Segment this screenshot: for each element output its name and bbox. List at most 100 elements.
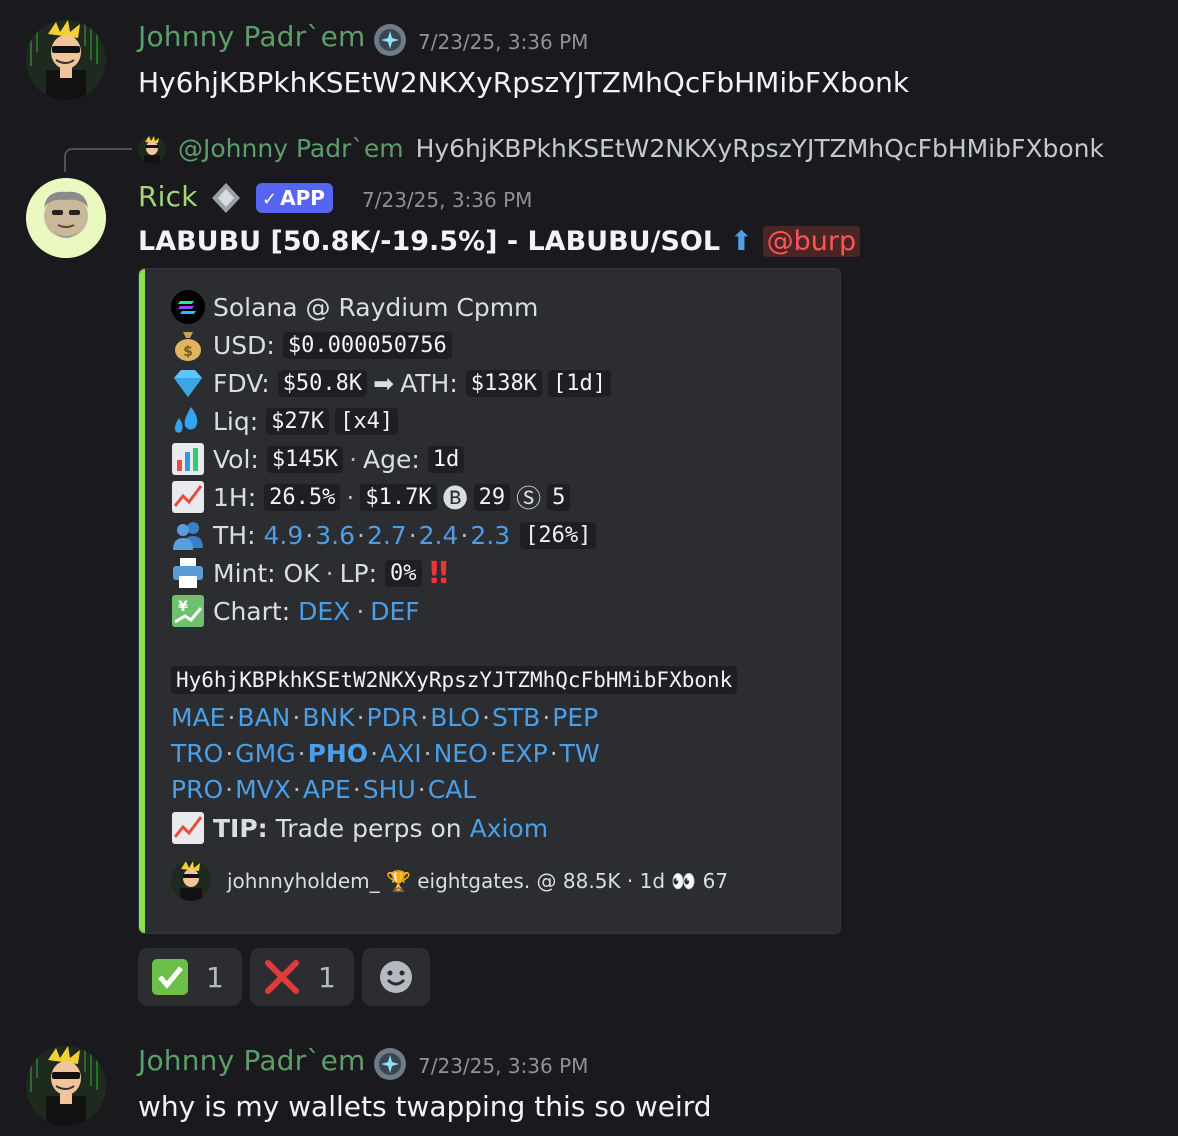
contract-address[interactable]: Hy6hjKBPkhKSEtW2NKXyRpszYJTZMhQcFbHMibFX… xyxy=(171,666,738,694)
buys-icon: 🅑 xyxy=(442,484,468,513)
check-mark-icon xyxy=(150,957,190,997)
add-reaction-button[interactable] xyxy=(362,948,430,1006)
chart-link-def[interactable]: DEF xyxy=(370,597,419,626)
age-value: 1d xyxy=(427,445,465,473)
th-link[interactable]: 3.6 xyxy=(315,521,355,550)
liq-value: $27K xyxy=(266,407,330,435)
ath-age: [1d] xyxy=(548,369,611,397)
platform-link[interactable]: BAN xyxy=(237,703,290,732)
th-link[interactable]: 4.9 xyxy=(264,521,304,550)
contract-address-row: Hy6hjKBPkhKSEtW2NKXyRpszYJTZMhQcFbHMibFX… xyxy=(171,666,738,694)
tip-link[interactable]: Axiom xyxy=(470,814,549,843)
alert-title: LABUBU [50.8K/-19.5%] - LABUBU/SOL xyxy=(138,225,721,257)
double-exclamation-icon: ‼ xyxy=(429,555,449,591)
usd-row: $ USD: $0.000050756 xyxy=(171,327,452,363)
svg-text:$: $ xyxy=(183,344,193,360)
printer-icon xyxy=(171,556,205,590)
th-link[interactable]: 2.4 xyxy=(419,521,459,550)
avatar-johnny[interactable] xyxy=(26,1046,106,1126)
up-arrow-icon: ⬆ xyxy=(730,225,753,257)
reaction-cross[interactable]: 1 xyxy=(250,948,354,1006)
reply-connector xyxy=(64,148,132,172)
separator-dot: · xyxy=(292,775,301,804)
platform-link[interactable]: BLO xyxy=(430,703,480,732)
reply-author[interactable]: @Johnny Padr`em xyxy=(178,134,404,163)
platform-link[interactable]: NEO xyxy=(434,739,488,768)
vol-value: $145K xyxy=(266,445,344,473)
lp-value: 0% xyxy=(385,559,422,587)
age-label: Age: xyxy=(363,444,420,474)
solana-icon xyxy=(171,290,205,324)
platform-link[interactable]: APE xyxy=(303,775,351,804)
reaction-check[interactable]: 1 xyxy=(138,948,242,1006)
separator-dot: · xyxy=(420,703,429,732)
separator-dot: · xyxy=(489,739,498,768)
embed-footer-text: johnnyholdem_ 🏆 eightgates. @ 88.5K · 1d… xyxy=(227,869,729,893)
platform-link[interactable]: STB xyxy=(492,703,540,732)
th-link[interactable]: 2.7 xyxy=(367,521,407,550)
svg-text:¥: ¥ xyxy=(178,599,188,615)
fdv-label: FDV: xyxy=(213,368,270,398)
separator-dot: · xyxy=(225,775,234,804)
nitro-badge-icon xyxy=(372,1046,408,1082)
embed-accent-bar xyxy=(139,269,145,933)
vol-row: Vol: $145K · Age: 1d xyxy=(171,441,465,477)
platform-link[interactable]: TRO xyxy=(171,739,223,768)
gem-icon xyxy=(171,366,205,400)
usd-value: $0.000050756 xyxy=(282,331,452,359)
chart-label: Chart: xyxy=(213,596,291,626)
author-name[interactable]: Johnny Padr`em xyxy=(138,1044,365,1077)
role-mention[interactable]: @burp xyxy=(762,225,861,257)
bar-chart-icon xyxy=(171,442,205,476)
reaction-count: 1 xyxy=(318,960,336,994)
h1-volume: $1.7K xyxy=(360,483,437,511)
separator-dot: · xyxy=(297,739,306,768)
token-embed: Solana @ Raydium Cpmm $ USD: $0.00005075… xyxy=(138,268,841,934)
platform-link[interactable]: SHU xyxy=(363,775,416,804)
author-name[interactable]: Rick xyxy=(138,180,198,213)
h1-change: 26.5% xyxy=(264,483,341,511)
right-arrow-icon: ➡ xyxy=(373,368,395,398)
avatar-johnny[interactable] xyxy=(26,20,106,100)
platform-link[interactable]: EXP xyxy=(500,739,548,768)
ath-value: $138K xyxy=(465,369,543,397)
platform-link[interactable]: AXI xyxy=(380,739,422,768)
th-label: TH: xyxy=(213,520,256,550)
avatar-rick[interactable] xyxy=(26,178,106,258)
author-name[interactable]: Johnny Padr`em xyxy=(138,20,365,53)
money-bag-icon: $ xyxy=(171,328,205,362)
platform-link[interactable]: PHO xyxy=(308,739,369,768)
platform-link[interactable]: GMG xyxy=(235,739,295,768)
message-text: why is my wallets twapping this so weird xyxy=(138,1090,712,1123)
venue-row: Solana @ Raydium Cpmm xyxy=(171,289,538,325)
ath-label: ATH: xyxy=(400,368,458,398)
platform-links-row-2: TRO·GMG·PHO·AXI·NEO·EXP·TW xyxy=(171,739,600,768)
message-timestamp: 7/23/25, 3:36 PM xyxy=(418,1054,589,1078)
cross-mark-icon xyxy=(262,957,302,997)
checkmark-icon: ✓ xyxy=(262,189,278,210)
platform-link[interactable]: PDR xyxy=(367,703,419,732)
platform-link[interactable]: MAE xyxy=(171,703,225,732)
platform-link[interactable]: BNK xyxy=(302,703,354,732)
th-link[interactable]: 2.3 xyxy=(470,521,510,550)
platform-link[interactable]: TW xyxy=(560,739,600,768)
platform-link[interactable]: PRO xyxy=(171,775,223,804)
reaction-count: 1 xyxy=(206,960,224,994)
mint-status: Mint: OK xyxy=(213,558,320,588)
separator-dot: · xyxy=(482,703,491,732)
liq-label: Liq: xyxy=(213,406,259,436)
platform-link[interactable]: MVX xyxy=(235,775,291,804)
chart-yen-icon: ¥ xyxy=(171,594,205,628)
chart-link-dex[interactable]: DEX xyxy=(298,597,350,626)
separator-dot: · xyxy=(352,775,361,804)
droplets-icon xyxy=(171,404,205,438)
smiley-icon xyxy=(378,959,414,995)
buys-count: 29 xyxy=(473,483,511,511)
chart-increasing-icon xyxy=(171,811,205,845)
platform-link[interactable]: CAL xyxy=(428,775,477,804)
tip-row: TIP: Trade perps on Axiom xyxy=(171,810,548,846)
h1-label: 1H: xyxy=(213,482,257,512)
platform-link[interactable]: PEP xyxy=(552,703,598,732)
alert-title-row: LABUBU [50.8K/-19.5%] - LABUBU/SOL ⬆ @bu… xyxy=(138,222,861,260)
reply-preview[interactable]: @Johnny Padr`em Hy6hjKBPkhKSEtW2NKXyRpsz… xyxy=(178,134,1104,163)
